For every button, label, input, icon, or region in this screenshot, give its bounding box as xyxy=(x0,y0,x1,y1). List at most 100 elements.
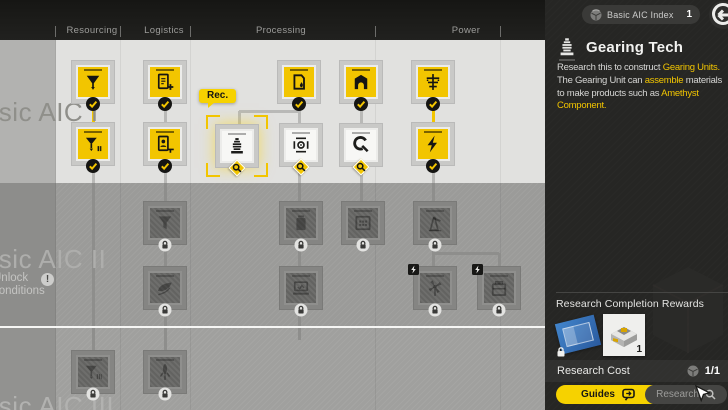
tech-node-funnel[interactable] xyxy=(143,201,187,252)
info-icon[interactable]: ! xyxy=(41,273,54,286)
column-separator-line xyxy=(190,40,191,410)
rocket-icon xyxy=(159,363,171,380)
locked-badge xyxy=(158,387,172,401)
magnet-icon xyxy=(353,136,369,153)
column-label-resourcing: Resourcing xyxy=(66,25,118,36)
locked-badge xyxy=(428,303,442,317)
detail-panel: Basic AIC Index 1 Gearing Tech Research … xyxy=(545,0,728,410)
node-tile xyxy=(148,271,182,305)
tech-node-wing[interactable] xyxy=(143,266,187,317)
tech-node-windmill[interactable] xyxy=(408,264,457,317)
checkmark-badge xyxy=(86,159,100,173)
researchable-badge xyxy=(230,161,244,175)
research-cost-row: Research Cost 1/1 xyxy=(545,360,728,382)
node-tile xyxy=(346,206,380,240)
research-cost-value: 1/1 xyxy=(704,365,720,377)
pylon-icon xyxy=(426,74,440,90)
recommended-tooltip: Rec. xyxy=(199,89,237,108)
checkmark-badge xyxy=(354,97,368,111)
aic-index-value: 1 xyxy=(686,9,692,20)
selection-bracket xyxy=(206,163,220,177)
tech-node-furnace[interactable] xyxy=(339,60,383,111)
tech-node-rocket[interactable] xyxy=(143,350,187,401)
reward-blueprint[interactable] xyxy=(554,314,602,358)
node-tile xyxy=(148,355,182,389)
rewards-list: 1 xyxy=(554,314,645,358)
bolt-icon xyxy=(427,135,437,153)
orb-icon xyxy=(687,365,699,377)
connector-line xyxy=(297,183,301,201)
canister-icon xyxy=(296,215,306,231)
node-tile xyxy=(416,127,450,161)
tech-node-gearing[interactable]: Rec. xyxy=(199,89,268,177)
tech-node-board[interactable] xyxy=(341,201,385,252)
column-label-power: Power xyxy=(451,25,481,36)
reward-machine[interactable]: 1 xyxy=(603,314,645,356)
node-tile xyxy=(282,65,316,99)
connector-line xyxy=(433,251,499,255)
connector-line xyxy=(359,183,363,201)
panel-icon xyxy=(293,281,309,295)
checkmark-badge xyxy=(158,97,172,111)
locked-badge xyxy=(158,303,172,317)
pump-icon xyxy=(428,216,442,232)
tech-node-battery[interactable] xyxy=(472,264,521,317)
connector-line xyxy=(497,253,501,266)
drill3-icon xyxy=(85,365,102,380)
funnel-icon xyxy=(158,216,172,230)
power-required-badge xyxy=(408,262,419,275)
node-tile xyxy=(344,128,378,162)
tech-node-fuel[interactable] xyxy=(277,60,321,111)
chat-bubble-icon xyxy=(622,388,635,401)
selection-bracket xyxy=(206,115,220,129)
tech-node-pump[interactable] xyxy=(413,201,457,252)
back-arrow-icon[interactable] xyxy=(708,0,728,30)
guides-label: Guides xyxy=(581,389,615,400)
tech-node-press[interactable] xyxy=(279,123,323,172)
researchable-badge xyxy=(294,160,308,174)
section-divider xyxy=(556,292,728,293)
unlock-conditions-label: Unlock conditions xyxy=(0,272,45,297)
tech-node-bolt[interactable] xyxy=(411,122,455,173)
checkmark-badge xyxy=(86,97,100,111)
column-label-logistics: Logistics xyxy=(144,25,184,36)
locked-badge xyxy=(158,238,172,252)
research-button[interactable]: Research xyxy=(645,385,727,404)
tech-node-pylon[interactable] xyxy=(411,60,455,111)
tech-node-canister[interactable] xyxy=(279,201,323,252)
tier-divider-line xyxy=(0,326,545,328)
orb-icon xyxy=(590,8,602,21)
reward-count: 1 xyxy=(636,344,642,355)
tech-node-drill2[interactable] xyxy=(71,122,115,173)
tech-node-docplus[interactable] xyxy=(143,60,187,111)
checkmark-badge xyxy=(426,97,440,111)
top-header: Resourcing Logistics Processing Power xyxy=(0,0,545,40)
node-tile xyxy=(76,355,110,389)
connector-line xyxy=(237,111,241,125)
node-tile xyxy=(482,271,516,305)
column-separator xyxy=(120,26,121,37)
node-tile xyxy=(344,65,378,99)
tech-node-panel[interactable] xyxy=(279,266,323,317)
connector-line xyxy=(431,183,435,201)
tech-node-doct[interactable] xyxy=(143,122,187,173)
aic-index-badge[interactable]: Basic AIC Index 1 xyxy=(582,5,700,24)
column-separator-line xyxy=(55,40,56,410)
tech-node-drill[interactable] xyxy=(71,60,115,111)
locked-badge xyxy=(492,303,506,317)
gearing-unit-icon xyxy=(556,36,578,58)
node-tile xyxy=(418,271,452,305)
research-tree-screen: Rec. Basic AIC I Basic AIC II Unlock con… xyxy=(0,0,728,410)
locked-badge xyxy=(428,238,442,252)
column-separator-line xyxy=(120,40,121,410)
node-tile xyxy=(416,65,450,99)
node-tile xyxy=(418,206,452,240)
node-tile xyxy=(220,129,254,163)
fuel-icon xyxy=(293,74,305,90)
node-tile xyxy=(284,206,318,240)
tech-node-drill3[interactable] xyxy=(71,350,115,401)
tech-node-magnet[interactable] xyxy=(339,123,383,172)
node-tile xyxy=(76,127,110,161)
furnace-icon xyxy=(354,74,368,90)
mouse-cursor xyxy=(694,385,710,403)
